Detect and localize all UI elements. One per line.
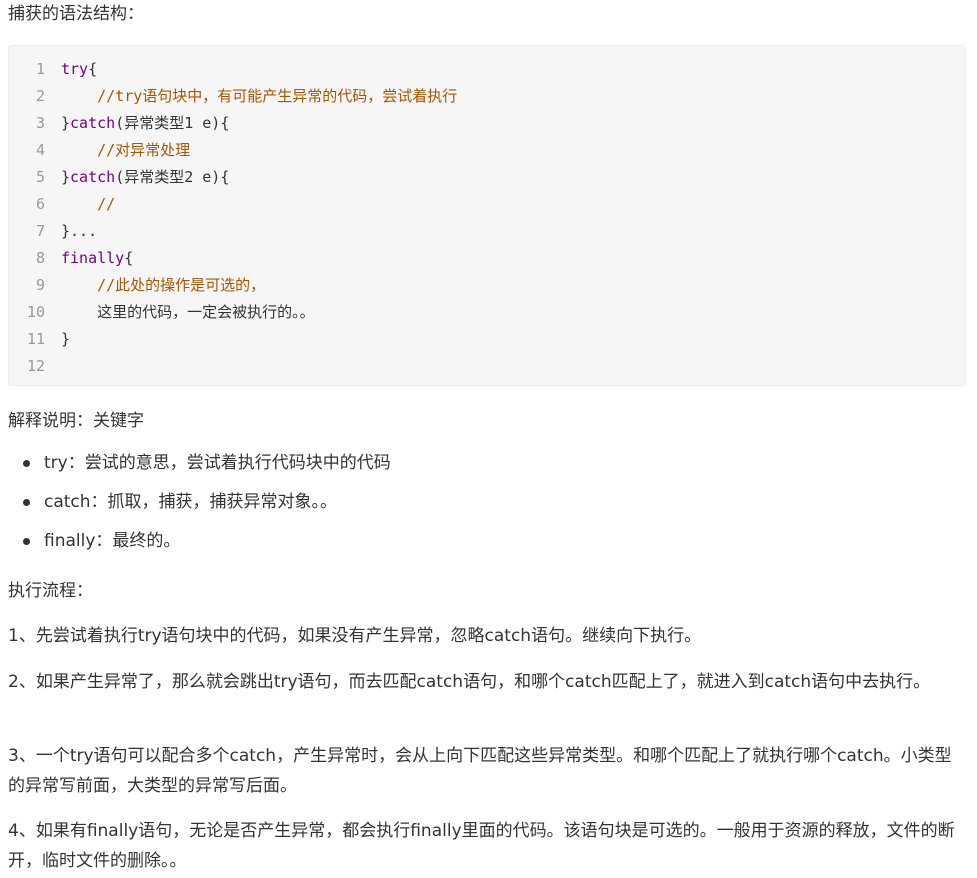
- code-post: (异常类型2 e){: [115, 168, 230, 186]
- flow-step-3: 3、一个try语句可以配合多个catch，产生异常时，会从上向下匹配这些异常类型…: [8, 746, 952, 796]
- list-item-text: catch：抓取，捕获，捕获异常对象。。: [44, 492, 338, 512]
- code-pre: }...: [61, 222, 98, 240]
- line-number: 4: [35, 141, 45, 159]
- line-number: 6: [35, 195, 45, 213]
- code-kw: finally: [61, 249, 125, 267]
- code-kw: catch: [70, 168, 116, 186]
- line-number: 12: [26, 357, 45, 375]
- line-number: 11: [26, 330, 45, 348]
- code-line: //: [61, 191, 457, 218]
- bullet-icon: [23, 460, 30, 467]
- line-number: 3: [35, 114, 45, 132]
- code-pre: }: [61, 330, 71, 348]
- code-pre: 这里的代码，一定会被执行的。。: [61, 303, 315, 321]
- flow-step-4: 4、如果有finally语句，无论是否产生异常，都会执行finally里面的代码…: [8, 821, 955, 871]
- list-item: try：尝试的意思，尝试着执行代码块中的代码: [20, 451, 391, 490]
- list-item-text: finally：最终的。: [44, 531, 181, 551]
- syntax-heading: 捕获的语法结构：: [8, 4, 144, 24]
- line-number: 8: [35, 249, 45, 267]
- code-line: //此处的操作是可选的，: [61, 272, 457, 299]
- flow-step-1: 1、先尝试着执行try语句块中的代码，如果没有产生异常，忽略catch语句。继续…: [8, 626, 702, 646]
- code-line: }: [61, 326, 457, 353]
- code-post: {: [88, 60, 98, 78]
- bullet-icon: [23, 499, 30, 506]
- code-line: //try语句块中，有可能产生异常的代码，尝试着执行: [61, 83, 457, 110]
- bullet-icon: [23, 538, 30, 545]
- code-content: try{ //try语句块中，有可能产生异常的代码，尝试着执行}catch(异常…: [61, 56, 457, 380]
- code-block: 1 2 3 4 5 6 7 8 9 10 11 12 try{ //try语句块中，有可能产生异常的代…: [8, 45, 966, 386]
- code-kw: try: [61, 60, 89, 78]
- line-number: 10: [26, 303, 45, 321]
- flow-step-2: 2、如果产生异常了，那么就会跳出try语句，而去匹配catch语句，和哪个cat…: [8, 672, 931, 692]
- line-number: 2: [35, 87, 45, 105]
- line-number: 1: [35, 60, 45, 78]
- code-comment: //对异常处理: [97, 141, 191, 159]
- code-comment: //此处的操作是可选的，: [97, 276, 266, 294]
- keyword-list: try：尝试的意思，尝试着执行代码块中的代码 catch：抓取，捕获，捕获异常对…: [20, 451, 391, 568]
- list-item: catch：抓取，捕获，捕获异常对象。。: [20, 490, 391, 529]
- code-post: (异常类型1 e){: [115, 114, 230, 132]
- code-pre: }: [61, 114, 71, 132]
- code-post: {: [124, 249, 134, 267]
- explain-heading: 解释说明：关键字: [8, 411, 144, 431]
- flow-heading: 执行流程：: [8, 581, 93, 601]
- code-comment: //try语句块中，有可能产生异常的代码，尝试着执行: [97, 87, 458, 105]
- line-number-gutter: 1 2 3 4 5 6 7 8 9 10 11 12: [9, 56, 51, 380]
- line-number: 7: [35, 222, 45, 240]
- code-line: //对异常处理: [61, 137, 457, 164]
- code-pre: [61, 141, 97, 159]
- code-comment: //: [97, 195, 116, 213]
- code-line: }catch(异常类型1 e){: [61, 110, 457, 137]
- code-line: }...: [61, 218, 457, 245]
- line-number: 5: [35, 168, 45, 186]
- line-number: 9: [35, 276, 45, 294]
- code-pre: [61, 195, 97, 213]
- code-pre: [61, 276, 97, 294]
- code-line: ​: [61, 353, 457, 380]
- code-kw: catch: [70, 114, 116, 132]
- code-line: }catch(异常类型2 e){: [61, 164, 457, 191]
- code-line: 这里的代码，一定会被执行的。。: [61, 299, 457, 326]
- list-item: finally：最终的。: [20, 529, 391, 568]
- code-pre: }: [61, 168, 71, 186]
- list-item-text: try：尝试的意思，尝试着执行代码块中的代码: [44, 453, 391, 473]
- code-line: try{: [61, 56, 457, 83]
- code-pre: [61, 87, 97, 105]
- code-line: finally{: [61, 245, 457, 272]
